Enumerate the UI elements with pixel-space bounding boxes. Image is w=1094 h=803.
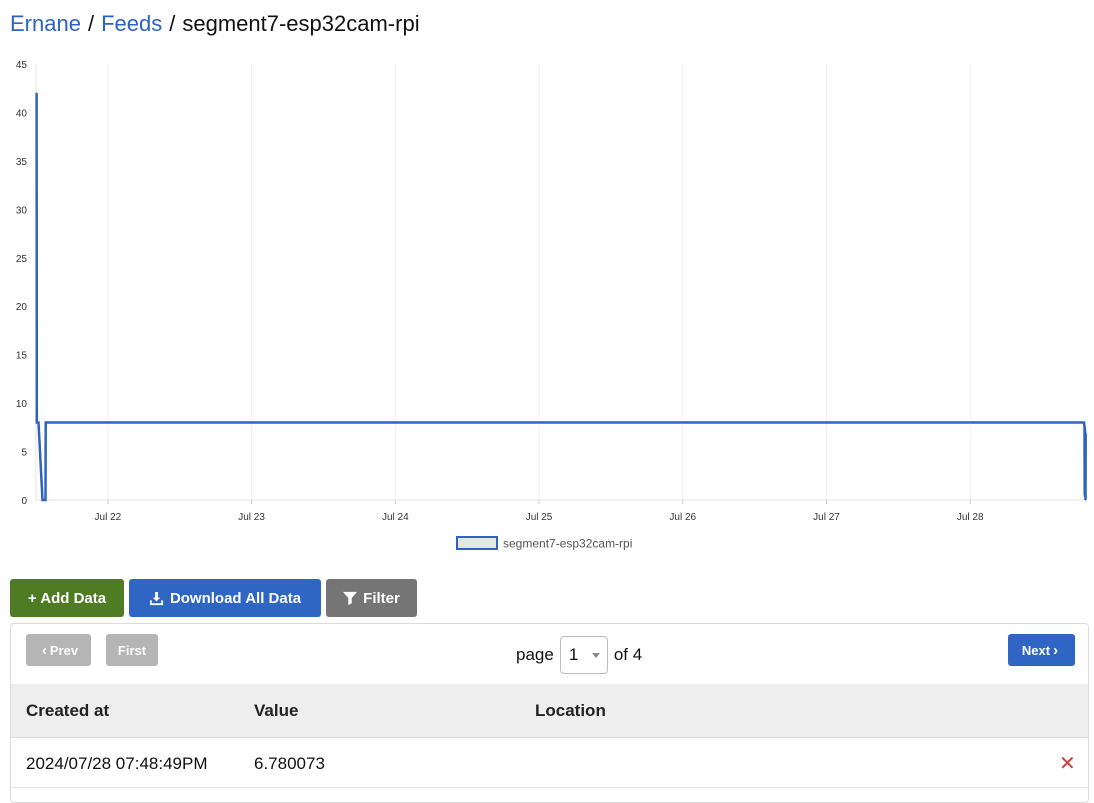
data-point	[1083, 421, 1085, 424]
table-row: 2024/07/28 07:48:49PM 6.780073 ✕	[11, 738, 1088, 788]
filter-icon	[343, 591, 358, 605]
data-point	[37, 421, 40, 424]
breadcrumb-current-feed: segment7-esp32cam-rpi	[182, 11, 420, 36]
data-point	[35, 92, 38, 94]
caret-down-icon	[591, 653, 600, 658]
x-tick-label: Jul 28	[957, 512, 984, 523]
download-all-data-label: Download All Data	[169, 589, 302, 607]
next-page-label: Next	[1021, 642, 1051, 658]
data-point	[1084, 496, 1086, 498]
y-tick-label: 10	[16, 399, 28, 410]
column-header-created-at[interactable]: Created at	[26, 701, 109, 721]
y-tick-label: 45	[16, 60, 28, 71]
data-point	[1084, 430, 1086, 432]
legend-label: segment7-esp32cam-rpi	[503, 537, 632, 551]
page-selector: page 1 of 4	[516, 634, 642, 676]
filter-label: Filter	[363, 589, 400, 607]
data-table-panel: ‹ Prev First page 1 of 4 Next › Created …	[10, 623, 1089, 803]
x-tick-label: Jul 22	[95, 512, 122, 523]
prev-page-button[interactable]: ‹ Prev	[26, 634, 91, 666]
y-tick-label: 15	[16, 351, 28, 362]
series-line	[35, 93, 1087, 502]
x-tick-label: Jul 27	[813, 512, 840, 523]
breadcrumb-separator: /	[169, 11, 176, 36]
data-point	[45, 421, 47, 424]
download-all-data-button[interactable]: Download All Data	[129, 579, 321, 617]
page-label: page	[516, 645, 554, 664]
data-point	[1084, 426, 1086, 428]
prev-page-label: Prev	[49, 642, 79, 658]
column-header-location[interactable]: Location	[535, 701, 606, 721]
data-point	[1084, 499, 1087, 501]
download-icon	[149, 591, 163, 605]
y-tick-label: 20	[16, 302, 28, 313]
y-tick-label: 30	[16, 205, 28, 216]
chevron-right-icon: ›	[1053, 641, 1059, 659]
table-header: Created at Value Location	[11, 684, 1088, 738]
first-page-button[interactable]: First	[106, 634, 158, 666]
x-tick-label: Jul 24	[382, 512, 409, 523]
breadcrumb-feeds-link[interactable]: Feeds	[101, 11, 162, 36]
x-tick-label: Jul 25	[526, 512, 553, 523]
breadcrumb: Ernane / Feeds / segment7-esp32cam-rpi	[10, 10, 420, 38]
data-point	[41, 499, 44, 501]
y-tick-label: 35	[16, 157, 28, 168]
data-point	[36, 421, 38, 424]
column-header-value[interactable]: Value	[254, 701, 298, 721]
cell-created-at: 2024/07/28 07:48:49PM	[26, 754, 208, 773]
data-point	[1085, 433, 1087, 435]
breadcrumb-user-link[interactable]: Ernane	[10, 11, 81, 36]
x-tick-label: Jul 23	[238, 512, 265, 523]
cell-value: 6.780073	[254, 754, 325, 773]
delete-row-icon[interactable]: ✕	[1059, 751, 1076, 776]
feed-chart: 0 5 10 15 20 25 30 35 40 45 Jul 22 Jul 23 Jul 24 Jul …	[16, 60, 1087, 551]
data-point	[44, 499, 47, 501]
page-count-label: of 4	[613, 645, 643, 664]
page-select[interactable]: 1	[559, 636, 608, 674]
y-tick-label: 25	[16, 254, 28, 265]
filter-button[interactable]: Filter	[326, 579, 417, 617]
breadcrumb-separator: /	[87, 11, 95, 36]
next-page-button[interactable]: Next ›	[1008, 634, 1075, 666]
legend-swatch	[456, 536, 498, 550]
page-select-value: 1	[568, 645, 579, 664]
x-tick-label: Jul 26	[669, 512, 696, 523]
y-tick-label: 0	[21, 496, 27, 507]
y-tick-label: 40	[16, 108, 28, 119]
y-tick-label: 5	[21, 448, 27, 459]
chevron-left-icon: ‹	[41, 641, 47, 659]
add-data-button[interactable]: + Add Data	[10, 579, 124, 617]
data-point	[1084, 494, 1086, 496]
